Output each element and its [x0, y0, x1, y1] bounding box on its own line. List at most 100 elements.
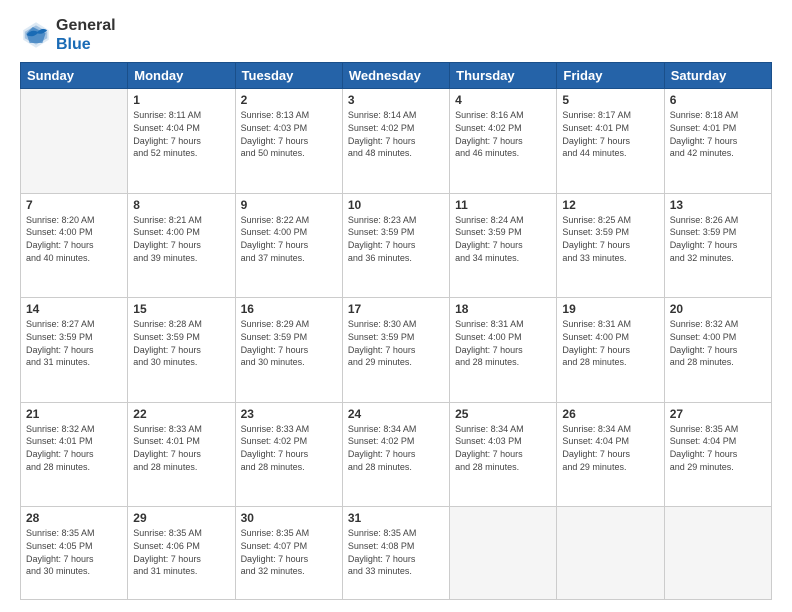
weekday-header-friday: Friday [557, 63, 664, 89]
calendar-cell: 19 Sunrise: 8:31 AM Sunset: 4:00 PM Dayli… [557, 298, 664, 403]
calendar-week-4: 21 Sunrise: 8:32 AM Sunset: 4:01 PM Dayli… [21, 402, 772, 507]
weekday-header-tuesday: Tuesday [235, 63, 342, 89]
weekday-header-saturday: Saturday [664, 63, 771, 89]
day-number: 19 [562, 302, 658, 316]
day-info: Sunrise: 8:33 AM Sunset: 4:02 PM Dayligh… [241, 423, 337, 473]
day-info: Sunrise: 8:25 AM Sunset: 3:59 PM Dayligh… [562, 214, 658, 264]
day-info: Sunrise: 8:14 AM Sunset: 4:02 PM Dayligh… [348, 109, 444, 159]
day-number: 6 [670, 93, 766, 107]
day-number: 11 [455, 198, 551, 212]
day-number: 13 [670, 198, 766, 212]
day-info: Sunrise: 8:18 AM Sunset: 4:01 PM Dayligh… [670, 109, 766, 159]
calendar-body: 1 Sunrise: 8:11 AM Sunset: 4:04 PM Daylig… [21, 89, 772, 600]
calendar-cell: 10 Sunrise: 8:23 AM Sunset: 3:59 PM Dayli… [342, 193, 449, 298]
calendar-cell: 18 Sunrise: 8:31 AM Sunset: 4:00 PM Dayli… [450, 298, 557, 403]
calendar-cell: 8 Sunrise: 8:21 AM Sunset: 4:00 PM Daylig… [128, 193, 235, 298]
calendar-cell: 28 Sunrise: 8:35 AM Sunset: 4:05 PM Dayli… [21, 507, 128, 600]
day-number: 24 [348, 407, 444, 421]
day-info: Sunrise: 8:21 AM Sunset: 4:00 PM Dayligh… [133, 214, 229, 264]
calendar-cell: 25Sunrise: 8:34 AM Sunset: 4:03 PM Dayli… [450, 402, 557, 507]
day-info: Sunrise: 8:34 AM Sunset: 4:02 PM Dayligh… [348, 423, 444, 473]
logo: General Blue [20, 16, 116, 54]
day-info: Sunrise: 8:32 AM Sunset: 4:00 PM Dayligh… [670, 318, 766, 368]
day-number: 21 [26, 407, 122, 421]
calendar-cell: 29Sunrise: 8:35 AM Sunset: 4:06 PM Dayli… [128, 507, 235, 600]
calendar-cell: 3 Sunrise: 8:14 AM Sunset: 4:02 PM Daylig… [342, 89, 449, 194]
calendar-cell: 21 Sunrise: 8:32 AM Sunset: 4:01 PM Dayli… [21, 402, 128, 507]
day-number: 9 [241, 198, 337, 212]
day-number: 5 [562, 93, 658, 107]
day-info: Sunrise: 8:23 AM Sunset: 3:59 PM Dayligh… [348, 214, 444, 264]
day-info: Sunrise: 8:33 AM Sunset: 4:01 PM Dayligh… [133, 423, 229, 473]
calendar-cell: 11 Sunrise: 8:24 AM Sunset: 3:59 PM Dayli… [450, 193, 557, 298]
calendar-cell: 9 Sunrise: 8:22 AM Sunset: 4:00 PM Daylig… [235, 193, 342, 298]
day-info: Sunrise: 8:24 AM Sunset: 3:59 PM Dayligh… [455, 214, 551, 264]
calendar-cell [450, 507, 557, 600]
day-info: Sunrise: 8:35 AM Sunset: 4:04 PM Dayligh… [670, 423, 766, 473]
weekday-header-wednesday: Wednesday [342, 63, 449, 89]
day-number: 12 [562, 198, 658, 212]
calendar-cell [557, 507, 664, 600]
day-info: Sunrise: 8:31 AM Sunset: 4:00 PM Dayligh… [562, 318, 658, 368]
day-number: 7 [26, 198, 122, 212]
page: General Blue SundayMondayTuesdayWednesda… [0, 0, 792, 612]
day-info: Sunrise: 8:11 AM Sunset: 4:04 PM Dayligh… [133, 109, 229, 159]
calendar-cell: 14 Sunrise: 8:27 AM Sunset: 3:59 PM Dayli… [21, 298, 128, 403]
day-info: Sunrise: 8:17 AM Sunset: 4:01 PM Dayligh… [562, 109, 658, 159]
calendar-cell: 16Sunrise: 8:29 AM Sunset: 3:59 PM Dayli… [235, 298, 342, 403]
day-number: 31 [348, 511, 444, 525]
calendar-cell: 30 Sunrise: 8:35 AM Sunset: 4:07 PM Dayli… [235, 507, 342, 600]
day-info: Sunrise: 8:35 AM Sunset: 4:07 PM Dayligh… [241, 527, 337, 577]
calendar-cell: 24 Sunrise: 8:34 AM Sunset: 4:02 PM Dayli… [342, 402, 449, 507]
calendar-cell: 6 Sunrise: 8:18 AM Sunset: 4:01 PM Daylig… [664, 89, 771, 194]
logo-line2: Blue [56, 35, 116, 54]
calendar-cell: 31 Sunrise: 8:35 AM Sunset: 4:08 PM Dayli… [342, 507, 449, 600]
calendar-week-3: 14 Sunrise: 8:27 AM Sunset: 3:59 PM Dayli… [21, 298, 772, 403]
weekday-header-row: SundayMondayTuesdayWednesdayThursdayFrid… [21, 63, 772, 89]
day-info: Sunrise: 8:31 AM Sunset: 4:00 PM Dayligh… [455, 318, 551, 368]
day-number: 26 [562, 407, 658, 421]
day-number: 14 [26, 302, 122, 316]
calendar-cell: 22Sunrise: 8:33 AM Sunset: 4:01 PM Dayli… [128, 402, 235, 507]
calendar-cell: 23 Sunrise: 8:33 AM Sunset: 4:02 PM Dayli… [235, 402, 342, 507]
day-number: 16 [241, 302, 337, 316]
day-number: 30 [241, 511, 337, 525]
day-number: 18 [455, 302, 551, 316]
calendar-cell: 4 Sunrise: 8:16 AM Sunset: 4:02 PM Daylig… [450, 89, 557, 194]
calendar-cell: 7Sunrise: 8:20 AM Sunset: 4:00 PM Daylig… [21, 193, 128, 298]
day-info: Sunrise: 8:16 AM Sunset: 4:02 PM Dayligh… [455, 109, 551, 159]
day-number: 20 [670, 302, 766, 316]
day-info: Sunrise: 8:30 AM Sunset: 3:59 PM Dayligh… [348, 318, 444, 368]
header: General Blue [20, 16, 772, 54]
day-info: Sunrise: 8:35 AM Sunset: 4:08 PM Dayligh… [348, 527, 444, 577]
calendar: SundayMondayTuesdayWednesdayThursdayFrid… [20, 62, 772, 600]
day-number: 1 [133, 93, 229, 107]
day-number: 23 [241, 407, 337, 421]
calendar-cell: 20 Sunrise: 8:32 AM Sunset: 4:00 PM Dayli… [664, 298, 771, 403]
calendar-cell: 5 Sunrise: 8:17 AM Sunset: 4:01 PM Daylig… [557, 89, 664, 194]
calendar-header: SundayMondayTuesdayWednesdayThursdayFrid… [21, 63, 772, 89]
calendar-cell [21, 89, 128, 194]
weekday-header-thursday: Thursday [450, 63, 557, 89]
day-number: 10 [348, 198, 444, 212]
day-number: 3 [348, 93, 444, 107]
calendar-cell: 15 Sunrise: 8:28 AM Sunset: 3:59 PM Dayli… [128, 298, 235, 403]
day-number: 15 [133, 302, 229, 316]
logo-line1: General [56, 16, 116, 35]
day-info: Sunrise: 8:32 AM Sunset: 4:01 PM Dayligh… [26, 423, 122, 473]
day-number: 27 [670, 407, 766, 421]
day-info: Sunrise: 8:35 AM Sunset: 4:05 PM Dayligh… [26, 527, 122, 577]
day-number: 8 [133, 198, 229, 212]
weekday-header-monday: Monday [128, 63, 235, 89]
calendar-cell: 17 Sunrise: 8:30 AM Sunset: 3:59 PM Dayli… [342, 298, 449, 403]
day-number: 4 [455, 93, 551, 107]
calendar-cell: 12 Sunrise: 8:25 AM Sunset: 3:59 PM Dayli… [557, 193, 664, 298]
day-info: Sunrise: 8:22 AM Sunset: 4:00 PM Dayligh… [241, 214, 337, 264]
day-info: Sunrise: 8:28 AM Sunset: 3:59 PM Dayligh… [133, 318, 229, 368]
calendar-week-5: 28 Sunrise: 8:35 AM Sunset: 4:05 PM Dayli… [21, 507, 772, 600]
day-info: Sunrise: 8:27 AM Sunset: 3:59 PM Dayligh… [26, 318, 122, 368]
day-number: 28 [26, 511, 122, 525]
calendar-cell [664, 507, 771, 600]
day-number: 17 [348, 302, 444, 316]
logo-text: General Blue [56, 16, 116, 54]
